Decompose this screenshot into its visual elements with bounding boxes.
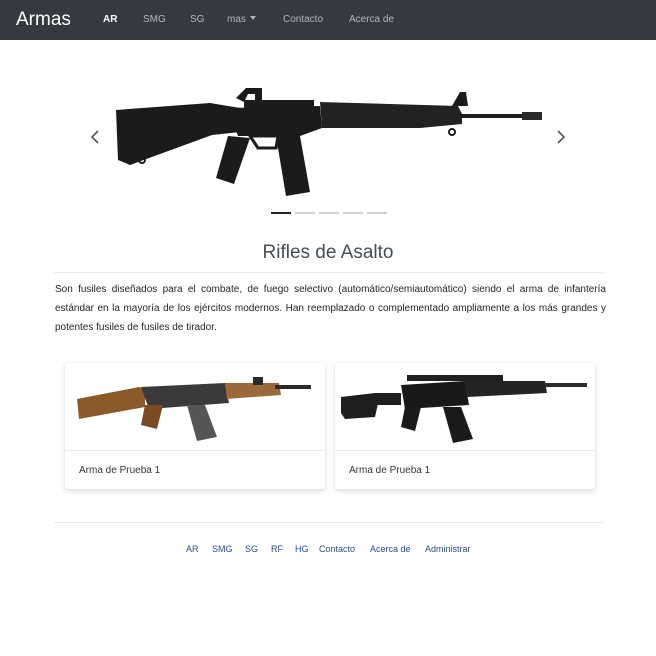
footer-link-contacto[interactable]: Contacto — [319, 543, 355, 555]
caret-down-icon — [249, 16, 256, 20]
carousel-indicator[interactable] — [367, 212, 387, 214]
section-description: Son fusiles diseñados para el combate, d… — [55, 284, 606, 333]
footer-link-sg[interactable]: SG — [245, 543, 258, 555]
carousel-indicator[interactable] — [343, 212, 363, 214]
chevron-left-icon[interactable] — [88, 126, 104, 148]
section-title: Rifles de Asalto — [262, 242, 394, 263]
footer-links: AR SMG SG RF HG Contacto Acerca de Admin… — [0, 543, 656, 555]
nav-item-acerca-de[interactable]: Acerca de — [349, 14, 394, 26]
card-footer: Arma de Prueba 1 — [335, 450, 595, 490]
nav-item-mas-label: mas — [227, 14, 246, 25]
nav-item-sg[interactable]: SG — [190, 14, 204, 26]
card-image-ak12-rifle — [341, 375, 587, 443]
nav-item-ar[interactable]: AR — [103, 14, 117, 26]
card-title[interactable]: Arma de Prueba 1 — [349, 465, 430, 477]
navbar: Armas AR SMG SG mas Contacto Acerca de — [0, 0, 656, 40]
footer-link-smg[interactable]: SMG — [212, 543, 233, 555]
nav-item-smg[interactable]: SMG — [143, 14, 166, 26]
footer-link-ar[interactable]: AR — [186, 543, 199, 555]
weapon-card[interactable]: Arma de Prueba 1 — [335, 363, 595, 489]
nav-item-mas-dropdown[interactable]: mas — [227, 14, 256, 26]
weapon-card[interactable]: Arma de Prueba 1 — [65, 363, 325, 489]
card-footer: Arma de Prueba 1 — [65, 450, 325, 490]
footer-link-hg[interactable]: HG — [295, 543, 309, 555]
nav-item-contacto[interactable]: Contacto — [283, 14, 323, 26]
footer-link-acerca-de[interactable]: Acerca de — [370, 543, 411, 555]
brand-logo[interactable]: Armas — [16, 8, 71, 32]
carousel-indicator[interactable] — [295, 212, 315, 214]
chevron-right-icon[interactable] — [554, 126, 570, 148]
card-image-ak47-rifle — [77, 377, 311, 441]
footer-divider — [54, 522, 606, 523]
footer-link-rf[interactable]: RF — [271, 543, 283, 555]
carousel-indicator[interactable] — [271, 212, 291, 214]
carousel-indicator[interactable] — [319, 212, 339, 214]
title-divider — [54, 272, 606, 273]
carousel — [0, 40, 656, 220]
footer-link-administrar[interactable]: Administrar — [425, 543, 471, 555]
card-title[interactable]: Arma de Prueba 1 — [79, 465, 160, 477]
